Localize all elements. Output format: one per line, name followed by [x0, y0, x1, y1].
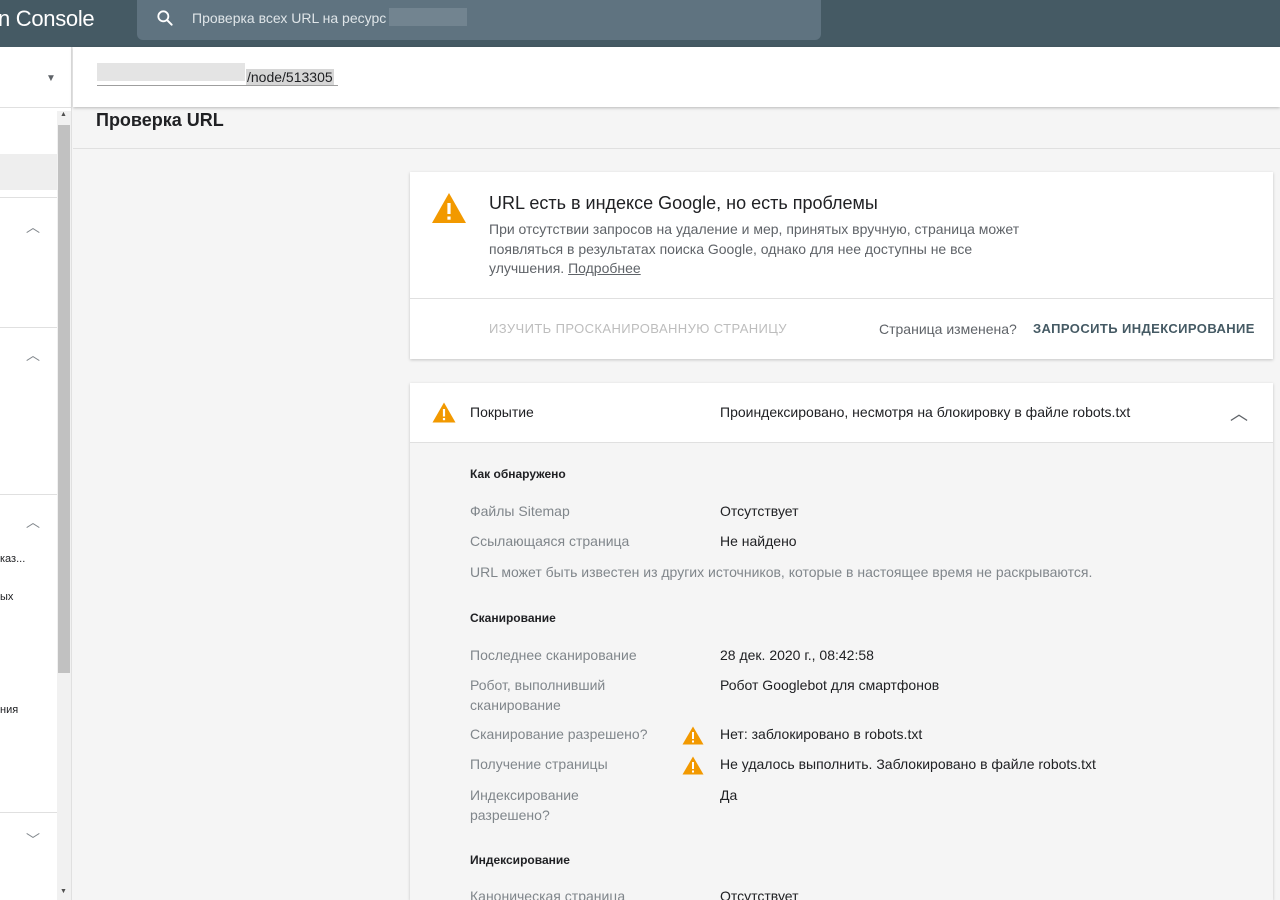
inspected-url[interactable]: /node/513305	[246, 69, 334, 85]
coverage-label: Покрытие	[470, 404, 534, 420]
section-title-crawl: Сканирование	[470, 611, 556, 625]
chevron-up-icon[interactable]: ︿	[26, 345, 40, 365]
coverage-status: Проиндексировано, несмотря на блокировку…	[720, 404, 1131, 420]
indexing-allowed-value: Да	[720, 787, 738, 803]
top-app-bar: n Console Проверка всех URL на ресурс	[0, 0, 1280, 47]
section-title-discovery: Как обнаружено	[470, 467, 566, 481]
page-title: Проверка URL	[96, 110, 224, 130]
referring-page-value: Не найдено	[720, 533, 797, 549]
canonical-value: Отсутствует	[720, 888, 799, 900]
warning-icon	[682, 726, 704, 745]
page-changed-label: Страница изменена?	[879, 321, 1017, 337]
page-fetch-label: Получение страницы	[470, 756, 608, 772]
referring-page-label: Ссылающаяся страница	[470, 533, 630, 549]
sidebar: ▼ ︿ ︿ ︿ каз... ых ния ﹀ ▲ ▼	[0, 47, 72, 900]
property-selector[interactable]: ▼	[0, 47, 72, 108]
search-icon[interactable]	[155, 8, 175, 28]
section-title-indexing: Индексирование	[470, 853, 570, 867]
search-input[interactable]: Проверка всех URL на ресурс	[192, 10, 386, 26]
sidebar-divider	[0, 812, 57, 813]
sidebar-item-label[interactable]: ния	[0, 704, 18, 716]
sitemaps-label: Файлы Sitemap	[470, 503, 570, 519]
status-description: При отсутствии запросов на удаление и ме…	[489, 220, 1049, 279]
index-status-card: URL есть в индексе Google, но есть пробл…	[410, 172, 1273, 359]
app-brand[interactable]: n Console	[0, 6, 95, 32]
url-underline	[97, 85, 338, 86]
page-fetch-value: Не удалось выполнить. Заблокировано в фа…	[720, 756, 1096, 772]
scrollbar-thumb[interactable]	[58, 125, 70, 673]
coverage-panel: Покрытие Проиндексировано, несмотря на б…	[410, 383, 1273, 900]
sidebar-scrollbar[interactable]: ▲ ▼	[57, 111, 71, 900]
search-bar[interactable]: Проверка всех URL на ресурс	[137, 0, 821, 40]
sidebar-divider	[0, 494, 57, 495]
indexing-allowed-label: Индексирование разрешено?	[470, 787, 579, 823]
learn-more-link[interactable]: Подробнее	[568, 260, 641, 276]
divider	[410, 298, 1273, 299]
coverage-header[interactable]: Покрытие Проиндексировано, несмотря на б…	[410, 383, 1273, 443]
crawled-as-label: Робот, выполнивший сканирование	[470, 677, 606, 713]
redacted-domain	[97, 63, 245, 81]
chevron-down-icon[interactable]: ﹀	[26, 830, 40, 850]
scroll-down-arrow-icon[interactable]: ▼	[60, 888, 67, 895]
inspected-url-bar: /node/513305	[73, 47, 1280, 107]
dropdown-arrow-icon[interactable]: ▼	[46, 73, 56, 84]
sidebar-divider	[0, 327, 57, 328]
sidebar-item-label[interactable]: каз...	[0, 553, 25, 565]
sidebar-divider	[0, 197, 57, 198]
crawl-allowed-value: Нет: заблокировано в robots.txt	[720, 726, 923, 742]
redacted-property	[389, 8, 467, 26]
sidebar-item-url-inspection[interactable]	[0, 154, 57, 190]
canonical-label: Каноническая страница	[470, 888, 626, 900]
warning-icon	[432, 193, 466, 223]
sidebar-item-label[interactable]: ых	[0, 591, 13, 603]
chevron-up-icon[interactable]: ︿	[26, 217, 40, 237]
request-indexing-button[interactable]: ЗАПРОСИТЬ ИНДЕКСИРОВАНИЕ	[1033, 321, 1255, 336]
crawl-allowed-label: Сканирование разрешено?	[470, 726, 648, 742]
status-heading: URL есть в индексе Google, но есть пробл…	[489, 193, 878, 213]
warning-icon	[682, 756, 704, 775]
warning-icon	[432, 402, 456, 423]
discovery-note: URL может быть известен из других источн…	[470, 564, 1093, 580]
last-crawl-value: 28 дек. 2020 г., 08:42:58	[720, 647, 874, 663]
crawled-as-value: Робот Googlebot для смартфонов	[720, 677, 940, 693]
scroll-up-arrow-icon[interactable]: ▲	[60, 111, 67, 118]
last-crawl-label: Последнее сканирование	[470, 647, 637, 663]
chevron-up-icon[interactable]: ︿	[1230, 400, 1248, 426]
sitemaps-value: Отсутствует	[720, 503, 799, 519]
view-crawled-page-button[interactable]: ИЗУЧИТЬ ПРОСКАНИРОВАННУЮ СТРАНИЦУ	[489, 321, 787, 336]
chevron-up-icon[interactable]: ︿	[26, 512, 40, 532]
divider	[73, 148, 1280, 149]
